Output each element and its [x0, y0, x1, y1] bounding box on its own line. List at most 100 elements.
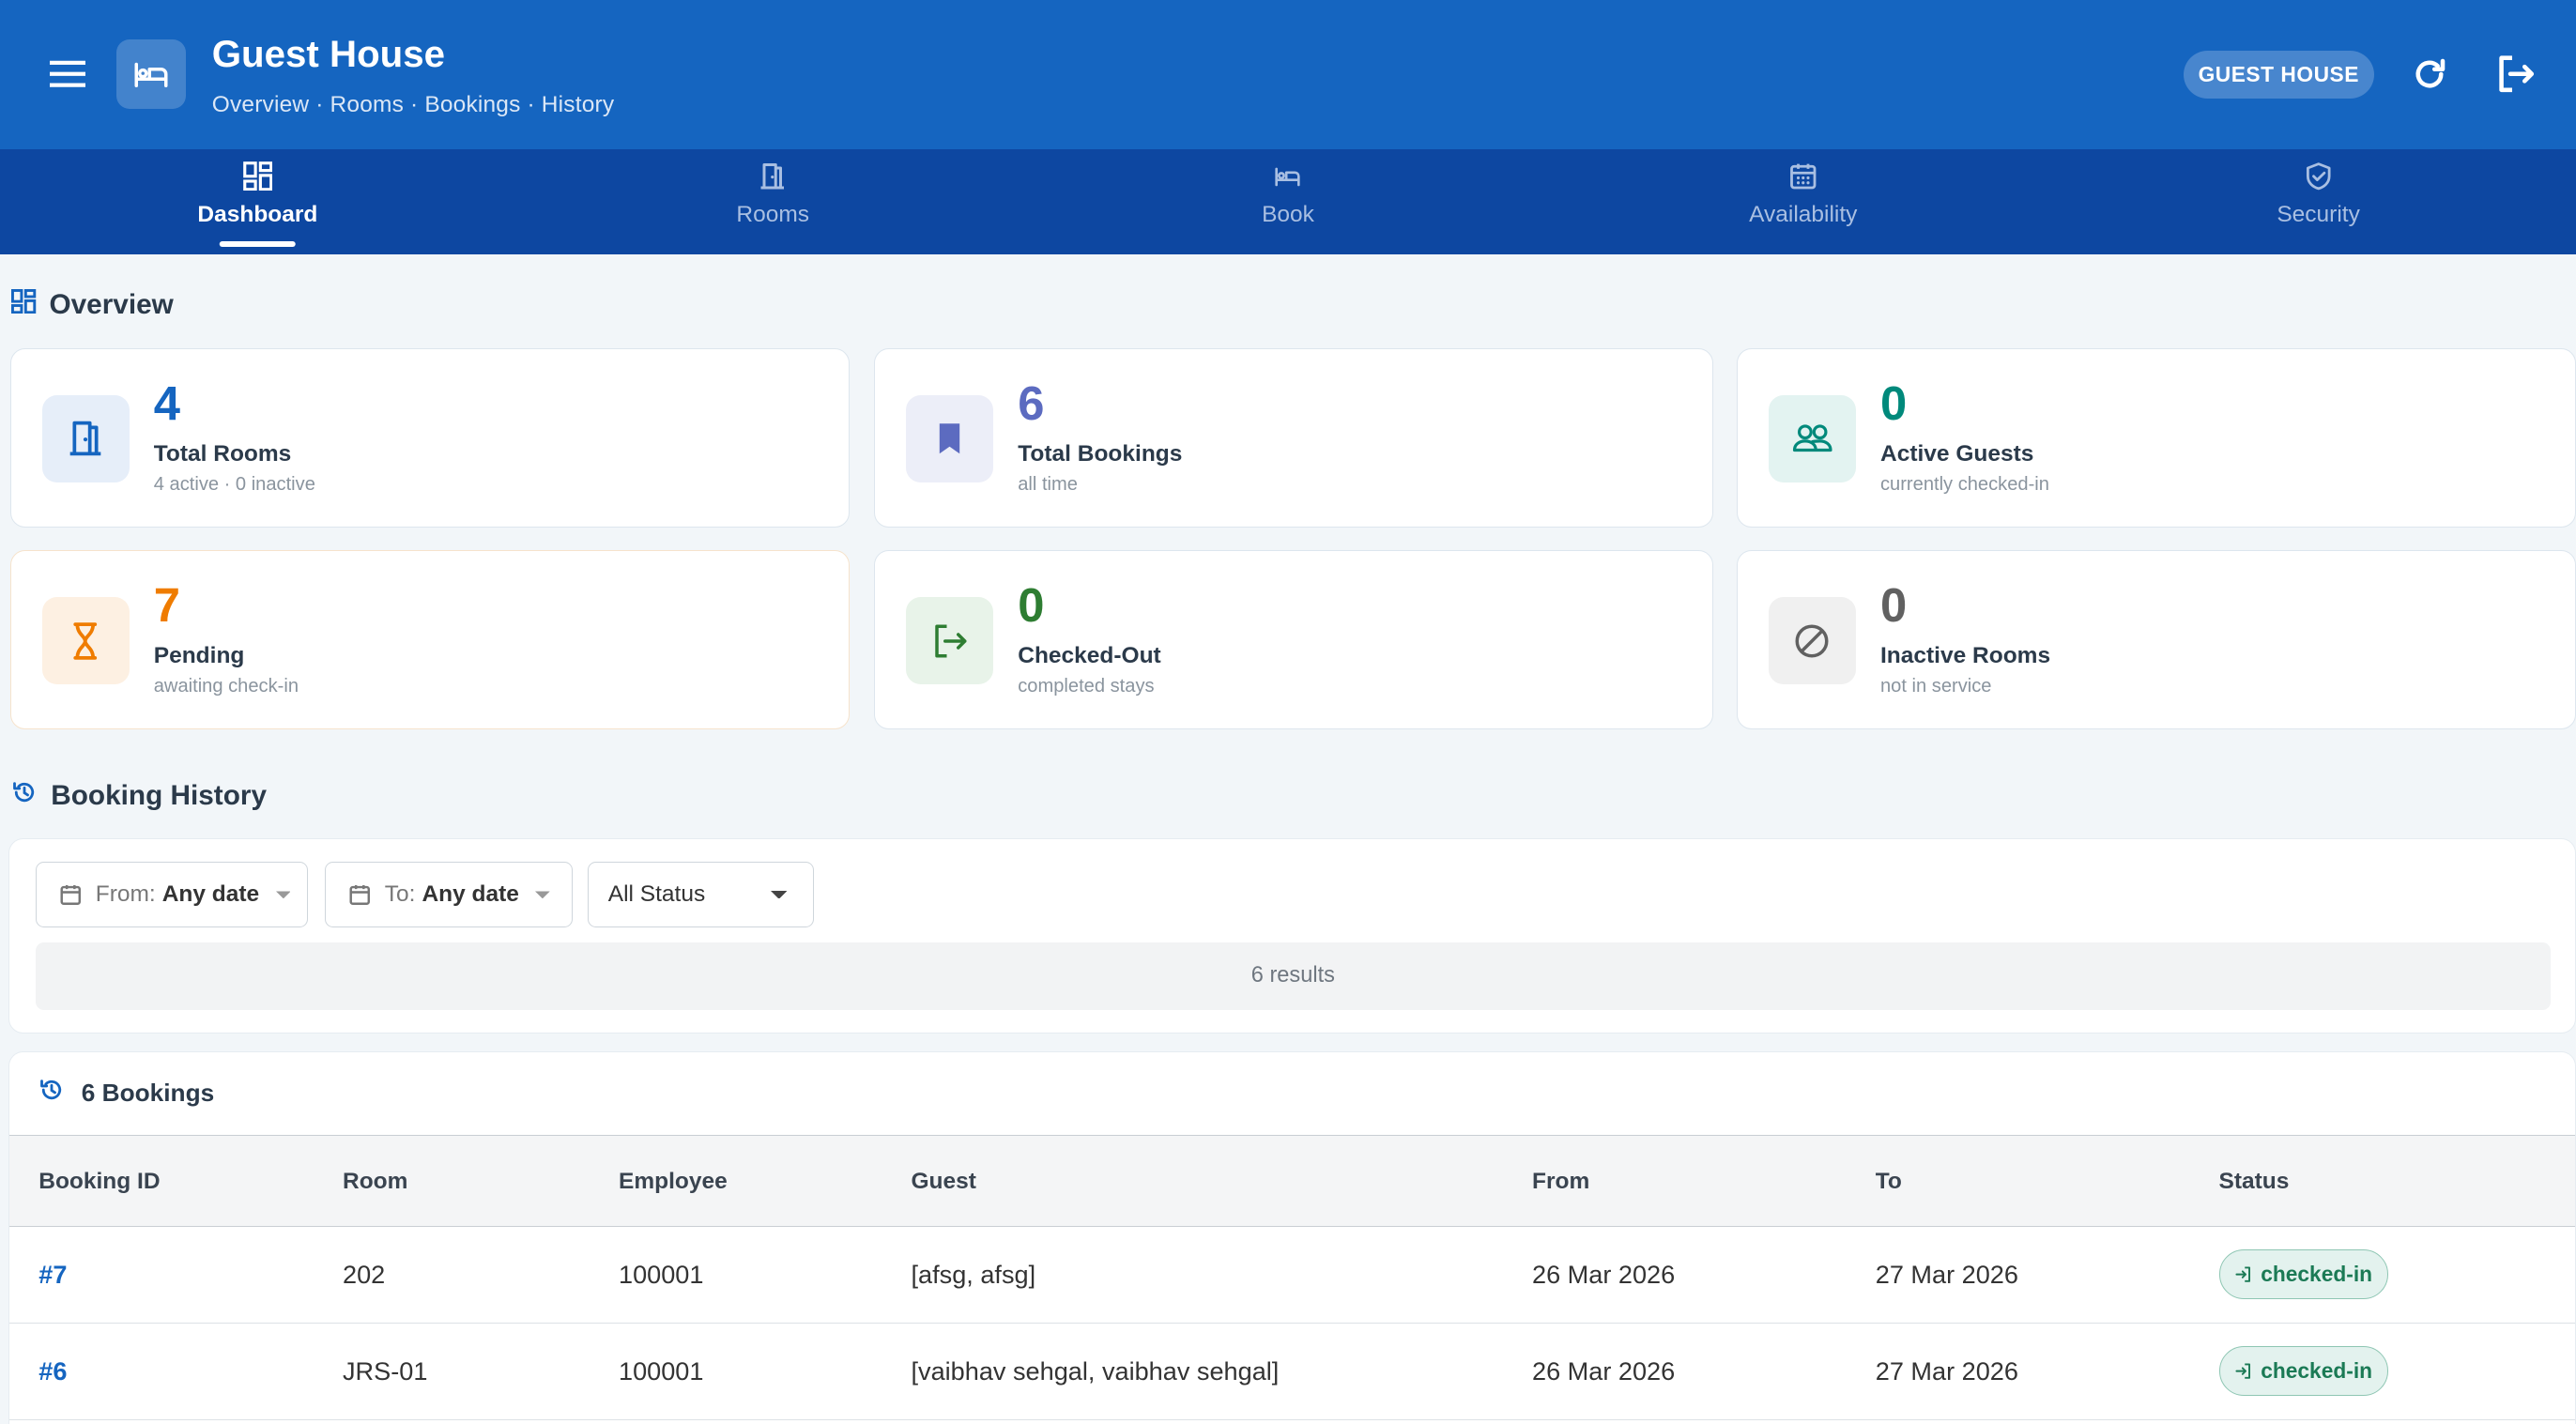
stat-card-pending[interactable]: 7 Pending awaiting check-in	[9, 550, 850, 729]
status-filter-value: All Status	[607, 881, 706, 907]
tab-availability[interactable]: Availability	[1545, 149, 2061, 254]
stat-label: Active Guests	[1880, 441, 2034, 467]
stat-subtext: all time	[1018, 474, 1078, 495]
logout-icon[interactable]	[2494, 53, 2538, 96]
history-filter-panel: From: Any date To: Any date All Status 6…	[8, 837, 2576, 1034]
app-title: Guest House	[211, 33, 446, 75]
dashboard-icon	[241, 160, 274, 192]
tab-label: Rooms	[736, 202, 809, 228]
door-icon	[757, 160, 790, 192]
table-header: Booking ID Room Employee Guest From To S…	[8, 1134, 2575, 1227]
tab-label: Security	[2277, 202, 2360, 228]
status-text: checked-in	[2261, 1261, 2373, 1286]
booking-id-link[interactable]: #6	[38, 1356, 67, 1386]
tab-security[interactable]: Security	[2061, 149, 2576, 254]
status-badge: checked-in	[2218, 1346, 2388, 1396]
stat-subtext: awaiting check-in	[153, 676, 299, 697]
to-label: To:	[384, 881, 416, 907]
stat-card-inactive-rooms[interactable]: 0 Inactive Rooms not in service	[1736, 550, 2576, 729]
bookings-table-panel: 6 Bookings Booking ID Room Employee Gues…	[8, 1051, 2576, 1424]
guest-cell: [vaibhav sehgal, vaibhav sehgal]	[911, 1355, 1280, 1386]
login-icon	[2234, 1265, 2252, 1283]
people-icon	[1769, 395, 1856, 482]
column-header-from[interactable]: From	[1532, 1169, 1589, 1195]
tab-book[interactable]: Book	[1031, 149, 1546, 254]
tab-bar: Dashboard Rooms Book Availability Securi…	[0, 149, 2576, 255]
stat-value: 4	[153, 376, 180, 430]
employee-cell: 100001	[619, 1259, 704, 1289]
column-header-to[interactable]: To	[1876, 1169, 1902, 1195]
status-text: checked-in	[2261, 1358, 2373, 1383]
app-header: Guest House Overview · Rooms · Bookings …	[0, 0, 2576, 150]
role-badge[interactable]: GUEST HOUSE	[2183, 51, 2374, 99]
employee-cell: 100001	[619, 1355, 704, 1386]
menu-icon[interactable]	[46, 53, 89, 96]
stat-value: 0	[1880, 578, 1908, 633]
stat-card-total-bookings[interactable]: 6 Total Bookings all time	[874, 348, 1714, 528]
logout-icon	[906, 597, 993, 684]
calendar-icon	[1786, 160, 1819, 192]
room-cell: JRS-01	[343, 1355, 428, 1386]
to-date-cell: 27 Mar 2026	[1875, 1355, 2018, 1386]
table-row[interactable]: #6 JRS-01 100001 [vaibhav sehgal, vaibha…	[8, 1324, 2575, 1420]
stat-label: Total Bookings	[1018, 441, 1183, 467]
tab-rooms[interactable]: Rooms	[515, 149, 1031, 254]
app-subtitle: Overview · Rooms · Bookings · History	[211, 92, 615, 117]
status-badge: checked-in	[2218, 1249, 2388, 1299]
shield-icon	[2302, 160, 2335, 192]
stat-card-checked-out[interactable]: 0 Checked-Out completed stays	[874, 550, 1714, 729]
guest-cell: [afsg, afsg]	[911, 1259, 1036, 1289]
stat-card-active-guests[interactable]: 0 Active Guests currently checked-in	[1736, 348, 2576, 528]
block-icon	[1769, 597, 1856, 684]
stat-subtext: completed stays	[1018, 676, 1155, 697]
calendar-icon	[59, 883, 83, 907]
bed-icon	[1271, 160, 1304, 192]
bookings-count-title: 6 Bookings	[81, 1079, 215, 1108]
tab-label: Availability	[1749, 202, 1858, 228]
from-date-picker[interactable]: From: Any date	[35, 862, 309, 927]
column-header-status[interactable]: Status	[2219, 1169, 2290, 1195]
bookmark-icon	[906, 395, 993, 482]
from-label: From:	[95, 881, 156, 907]
column-header-booking-id[interactable]: Booking ID	[38, 1169, 160, 1195]
column-header-room[interactable]: Room	[343, 1169, 407, 1195]
column-header-guest[interactable]: Guest	[912, 1169, 976, 1195]
stat-card-total-rooms[interactable]: 4 Total Rooms 4 active · 0 inactive	[9, 348, 850, 528]
stat-value: 0	[1880, 376, 1908, 430]
tab-dashboard[interactable]: Dashboard	[0, 149, 515, 254]
stat-value: 7	[153, 578, 180, 633]
table-row[interactable]: #7 202 100001 [afsg, afsg] 26 Mar 2026 2…	[8, 1227, 2575, 1324]
dashboard-icon	[11, 289, 37, 321]
booking-id-link[interactable]: #7	[38, 1260, 67, 1290]
stat-label: Total Rooms	[153, 441, 292, 467]
results-count: 6 results	[35, 942, 2551, 1010]
bed-icon	[116, 39, 186, 109]
section-title: Overview	[49, 289, 174, 321]
column-header-employee[interactable]: Employee	[619, 1169, 728, 1195]
to-date-picker[interactable]: To: Any date	[324, 862, 573, 927]
app-root: Guest House Overview · Rooms · Bookings …	[0, 0, 2576, 1424]
caret-down-icon	[535, 891, 551, 899]
booking-history-header: Booking History	[11, 779, 267, 813]
bookings-table-title: 6 Bookings	[38, 1077, 214, 1110]
login-icon	[2234, 1362, 2252, 1380]
tab-label: Book	[1262, 202, 1314, 228]
from-date-cell: 26 Mar 2026	[1532, 1355, 1676, 1386]
to-value: Any date	[422, 881, 519, 907]
to-date-cell: 27 Mar 2026	[1875, 1259, 2018, 1289]
status-filter-select[interactable]: All Status	[587, 862, 815, 927]
room-cell: 202	[343, 1259, 386, 1289]
stat-value: 6	[1018, 376, 1045, 430]
stat-label: Inactive Rooms	[1880, 643, 2051, 669]
caret-down-icon	[770, 890, 788, 899]
refresh-icon[interactable]	[2409, 53, 2452, 96]
stat-subtext: not in service	[1880, 676, 1992, 697]
tab-label: Dashboard	[197, 202, 318, 228]
door-icon	[41, 395, 130, 482]
stat-value: 0	[1018, 578, 1045, 633]
active-tab-indicator	[220, 241, 296, 247]
stat-label: Pending	[153, 643, 245, 669]
calendar-icon	[348, 883, 372, 907]
hourglass-icon	[41, 597, 130, 684]
overview-header: Overview	[11, 289, 174, 321]
